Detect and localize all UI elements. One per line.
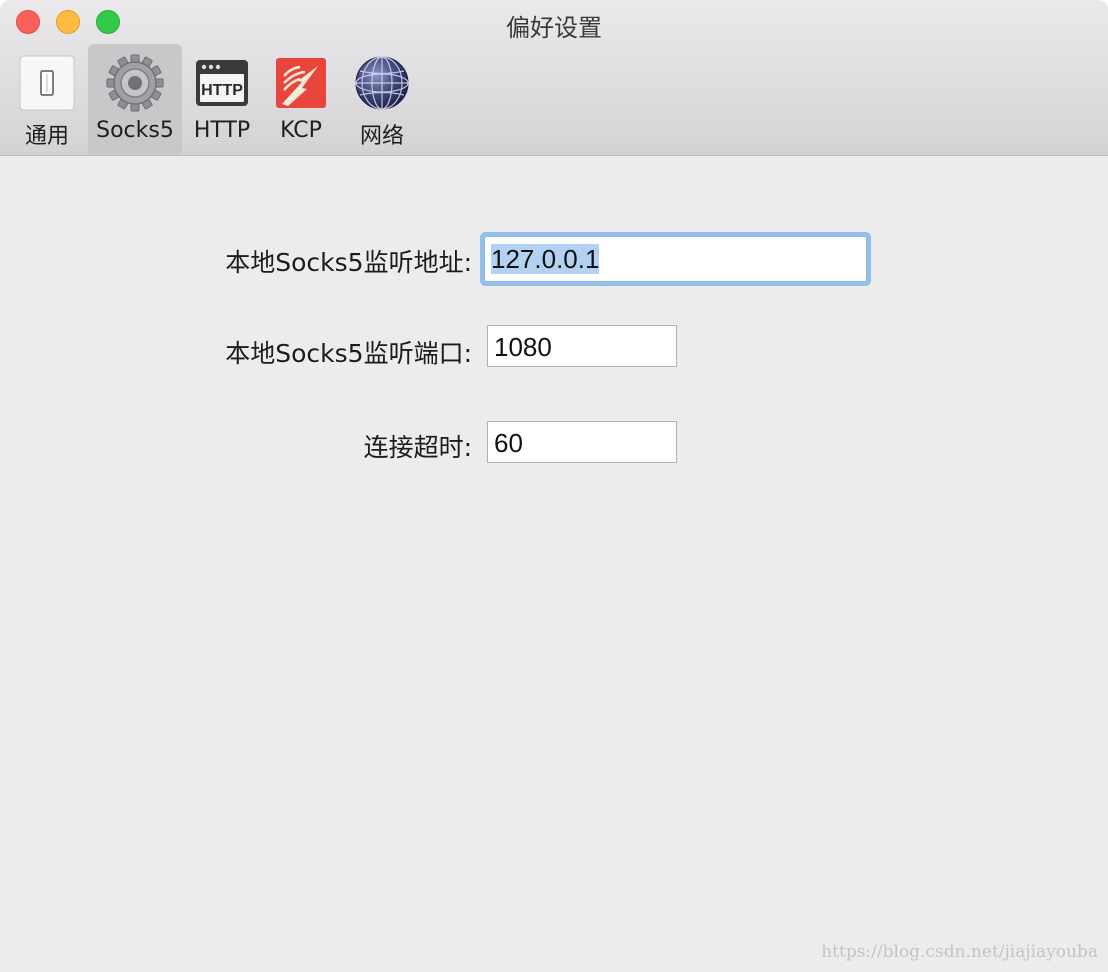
timeout-value: 60 [494,428,523,458]
kcp-icon [272,54,330,112]
timeout-input[interactable]: 60 [487,421,677,463]
tab-network[interactable]: 网络 [344,44,420,154]
preferences-window: 偏好设置 通用 Socks5 HTTP HTTP KCP 网络 本地Socks5… [0,0,1108,972]
tab-general[interactable]: 通用 [10,44,84,154]
timeout-label: 连接超时: [363,433,472,462]
window-title: 偏好设置 [506,14,602,42]
port-input[interactable]: 1080 [487,325,677,367]
tab-http[interactable]: HTTP HTTP [186,44,258,154]
tab-label: 通用 [24,124,69,149]
tab-socks5[interactable]: Socks5 [88,44,182,154]
tab-label: Socks5 [96,118,174,143]
address-label: 本地Socks5监听地址: [225,248,472,277]
watermark: https://blog.csdn.net/jiajiayouba [821,942,1098,962]
title-bar: 偏好设置 通用 Socks5 HTTP HTTP KCP 网络 [0,0,1108,156]
port-label: 本地Socks5监听端口: [225,339,472,368]
globe-icon [353,54,411,112]
switch-icon [18,54,76,112]
gear-icon [106,54,164,112]
tab-kcp[interactable]: KCP [264,44,338,154]
tab-label: KCP [280,118,322,143]
address-input[interactable]: 127.0.0.1 [484,236,867,282]
http-icon-text: HTTP [201,82,243,99]
socks5-settings-pane: 本地Socks5监听地址: 127.0.0.1 本地Socks5监听端口: 10… [0,156,1108,972]
tab-label: HTTP [193,118,251,143]
tab-label: 网络 [359,124,404,149]
http-icon: HTTP [193,54,251,112]
address-value: 127.0.0.1 [491,244,600,274]
port-value: 1080 [494,332,552,362]
